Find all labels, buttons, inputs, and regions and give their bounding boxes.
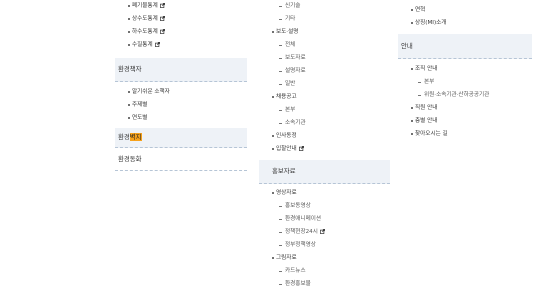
submenu-link[interactable]: 소속기관: [259, 119, 390, 132]
submenu-link[interactable]: 기타: [259, 15, 390, 28]
section-title-prefix: 환경: [118, 133, 130, 141]
external-link-icon: [154, 41, 160, 47]
menu-link-label: 본부: [285, 107, 296, 113]
about-list: 연혁상징(MI)소개: [398, 0, 532, 32]
menu-link-label: 위원·소속기관·산하공공기관: [424, 92, 490, 98]
pr-list: 영상자료홍보동영상환경애니메이션정책현장24시정부정책영상그림자료카드뉴스환경홍…: [259, 184, 390, 293]
menu-link-label: 일반: [285, 81, 296, 87]
external-link-icon: [159, 2, 165, 8]
external-link-icon: [298, 145, 304, 151]
section-guide[interactable]: 안내: [398, 34, 532, 59]
menu-link-label: 상징(MI)소개: [415, 20, 447, 26]
menu-link-label: 폐기물통계: [132, 3, 158, 9]
menu-link-label: 채용공고: [276, 94, 297, 100]
menu-link-label: 보도·설명: [276, 29, 299, 35]
external-link-icon: [319, 228, 325, 234]
section-env-wallpaper[interactable]: 환경벽지: [115, 128, 247, 148]
menu-link[interactable]: 그림자료: [259, 254, 390, 267]
submenu-link[interactable]: 본부: [398, 78, 532, 91]
menu-link-label: 신기술: [285, 3, 301, 9]
menu-link-label: 하수도통계: [132, 29, 158, 35]
menu-link-label: 홍보동영상: [285, 203, 311, 209]
submenu-link[interactable]: 정책현장24시: [259, 228, 390, 241]
menu-link[interactable]: 찾아오시는 길: [398, 130, 532, 143]
submenu-link[interactable]: 정부정책영상: [259, 241, 390, 254]
menu-link-label: 정부정책영상: [285, 242, 316, 248]
menu-link-label: 찾아오시는 길: [415, 131, 448, 137]
submenu-link[interactable]: 전체: [259, 41, 390, 54]
submenu-link[interactable]: 보도자료: [259, 54, 390, 67]
submenu-link[interactable]: 카드뉴스: [259, 267, 390, 280]
section-title: 홍보자료: [272, 167, 296, 175]
menu-link-label: 환경홍보물: [285, 281, 311, 287]
menu-link-label: 본부: [424, 79, 435, 85]
sitemap-column-3: 연혁상징(MI)소개 안내 조직 안내본부위원·소속기관·산하공공기관직원 안내…: [398, 0, 532, 143]
menu-link-label: 영상자료: [276, 190, 297, 196]
menu-link-label: 인사동정: [276, 133, 297, 139]
menu-link-label: 연혁: [415, 7, 426, 13]
menu-link-label: 보도자료: [285, 55, 306, 61]
section-title: 안내: [401, 42, 413, 50]
menu-link-label: 기타: [285, 16, 296, 22]
submenu-link[interactable]: 환경애니메이션: [259, 215, 390, 228]
submenu-link[interactable]: 홍보동영상: [259, 202, 390, 215]
sitemap-column-2: 신기술기타보도·설명전체보도자료설명자료일반채용공고본부소속기관인사동정입찰안내…: [259, 0, 390, 293]
news-list: 신기술기타보도·설명전체보도자료설명자료일반채용공고본부소속기관인사동정입찰안내: [259, 0, 390, 158]
menu-link[interactable]: 상수도통계: [115, 15, 247, 28]
menu-link[interactable]: 하수도통계: [115, 28, 247, 41]
submenu-link[interactable]: 일반: [259, 80, 390, 93]
menu-link[interactable]: 알기쉬운 소책자: [115, 88, 247, 101]
section-title: 환경동화: [118, 155, 142, 163]
menu-link-label: 층별 안내: [415, 118, 438, 124]
section-title: 환경책자: [118, 65, 142, 73]
submenu-link[interactable]: 신기술: [259, 2, 390, 15]
menu-link-label: 상수도통계: [132, 16, 158, 22]
search-highlight: 벽지: [129, 133, 142, 141]
menu-link-label: 조직 안내: [415, 66, 438, 72]
menu-link[interactable]: 연혁: [398, 6, 532, 19]
external-link-icon: [159, 28, 165, 34]
menu-link-label: 직원 안내: [415, 105, 438, 111]
section-env-fairytale[interactable]: 환경동화: [115, 148, 247, 171]
menu-link-label: 주제별: [132, 102, 148, 108]
menu-link[interactable]: 조직 안내: [398, 65, 532, 78]
submenu-link[interactable]: 위원·소속기관·산하공공기관: [398, 91, 532, 104]
menu-link-label: 소속기관: [285, 120, 306, 126]
booklet-list: 알기쉬운 소책자주제별연도별: [115, 82, 247, 127]
statistics-list: 폐기물통계상수도통계하수도통계수질통계: [115, 0, 247, 54]
submenu-link[interactable]: 설명자료: [259, 67, 390, 80]
guide-list: 조직 안내본부위원·소속기관·산하공공기관직원 안내층별 안내찾아오시는 길: [398, 59, 532, 143]
menu-link-label: 설명자료: [285, 68, 306, 74]
sitemap-column-1: 폐기물통계 상수도통계 하수도통계 수질통계 환경책자 알기쉬운 소책자 주제별 연도별 …: [115, 0, 247, 171]
menu-link[interactable]: 상징(MI)소개: [398, 19, 532, 32]
menu-link-label: 입찰안내: [276, 146, 297, 152]
menu-link-label: 정책현장24시: [285, 229, 318, 235]
menu-link[interactable]: 영상자료: [259, 189, 390, 202]
menu-link-label: 카드뉴스: [285, 268, 306, 274]
menu-link[interactable]: 주제별: [115, 101, 247, 114]
section-pr-materials[interactable]: 홍보자료: [259, 160, 390, 184]
menu-link-label: 그림자료: [276, 255, 297, 261]
menu-link[interactable]: 층별 안내: [398, 117, 532, 130]
menu-link[interactable]: 폐기물통계: [115, 2, 247, 15]
menu-link[interactable]: 연도별: [115, 114, 247, 127]
menu-link-label: 수질통계: [132, 42, 153, 48]
menu-link[interactable]: 수질통계: [115, 41, 247, 54]
section-env-booklet[interactable]: 환경책자: [115, 58, 247, 82]
menu-link[interactable]: 보도·설명: [259, 28, 390, 41]
external-link-icon: [159, 15, 165, 21]
menu-link-label: 연도별: [132, 115, 148, 121]
menu-link-label: 알기쉬운 소책자: [132, 89, 170, 95]
menu-link[interactable]: 인사동정: [259, 132, 390, 145]
submenu-link[interactable]: 환경홍보물: [259, 280, 390, 293]
submenu-link[interactable]: 본부: [259, 106, 390, 119]
menu-link-label: 전체: [285, 42, 296, 48]
menu-link[interactable]: 채용공고: [259, 93, 390, 106]
menu-link[interactable]: 직원 안내: [398, 104, 532, 117]
menu-link-label: 환경애니메이션: [285, 216, 322, 222]
menu-link[interactable]: 입찰안내: [259, 145, 390, 158]
